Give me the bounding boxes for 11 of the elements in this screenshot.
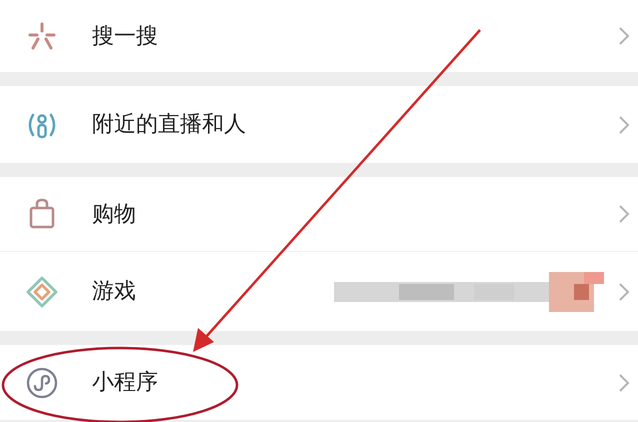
chevron-right-icon <box>618 204 630 224</box>
menu-item-label[interactable]: 小程序 <box>92 366 158 399</box>
diamond-icon <box>24 274 60 310</box>
chevron-right-icon <box>618 114 630 134</box>
chevron-right-icon <box>618 282 630 302</box>
chevron-right-icon <box>618 372 630 392</box>
menu-item-label[interactable]: 游戏 <box>92 275 136 308</box>
menu-item-label[interactable]: 附近的直播和人 <box>92 108 246 141</box>
chevron-right-icon <box>618 26 630 46</box>
menu-item-label[interactable]: 购物 <box>92 198 136 230</box>
menu-item-label[interactable]: 搜一搜 <box>92 20 158 52</box>
